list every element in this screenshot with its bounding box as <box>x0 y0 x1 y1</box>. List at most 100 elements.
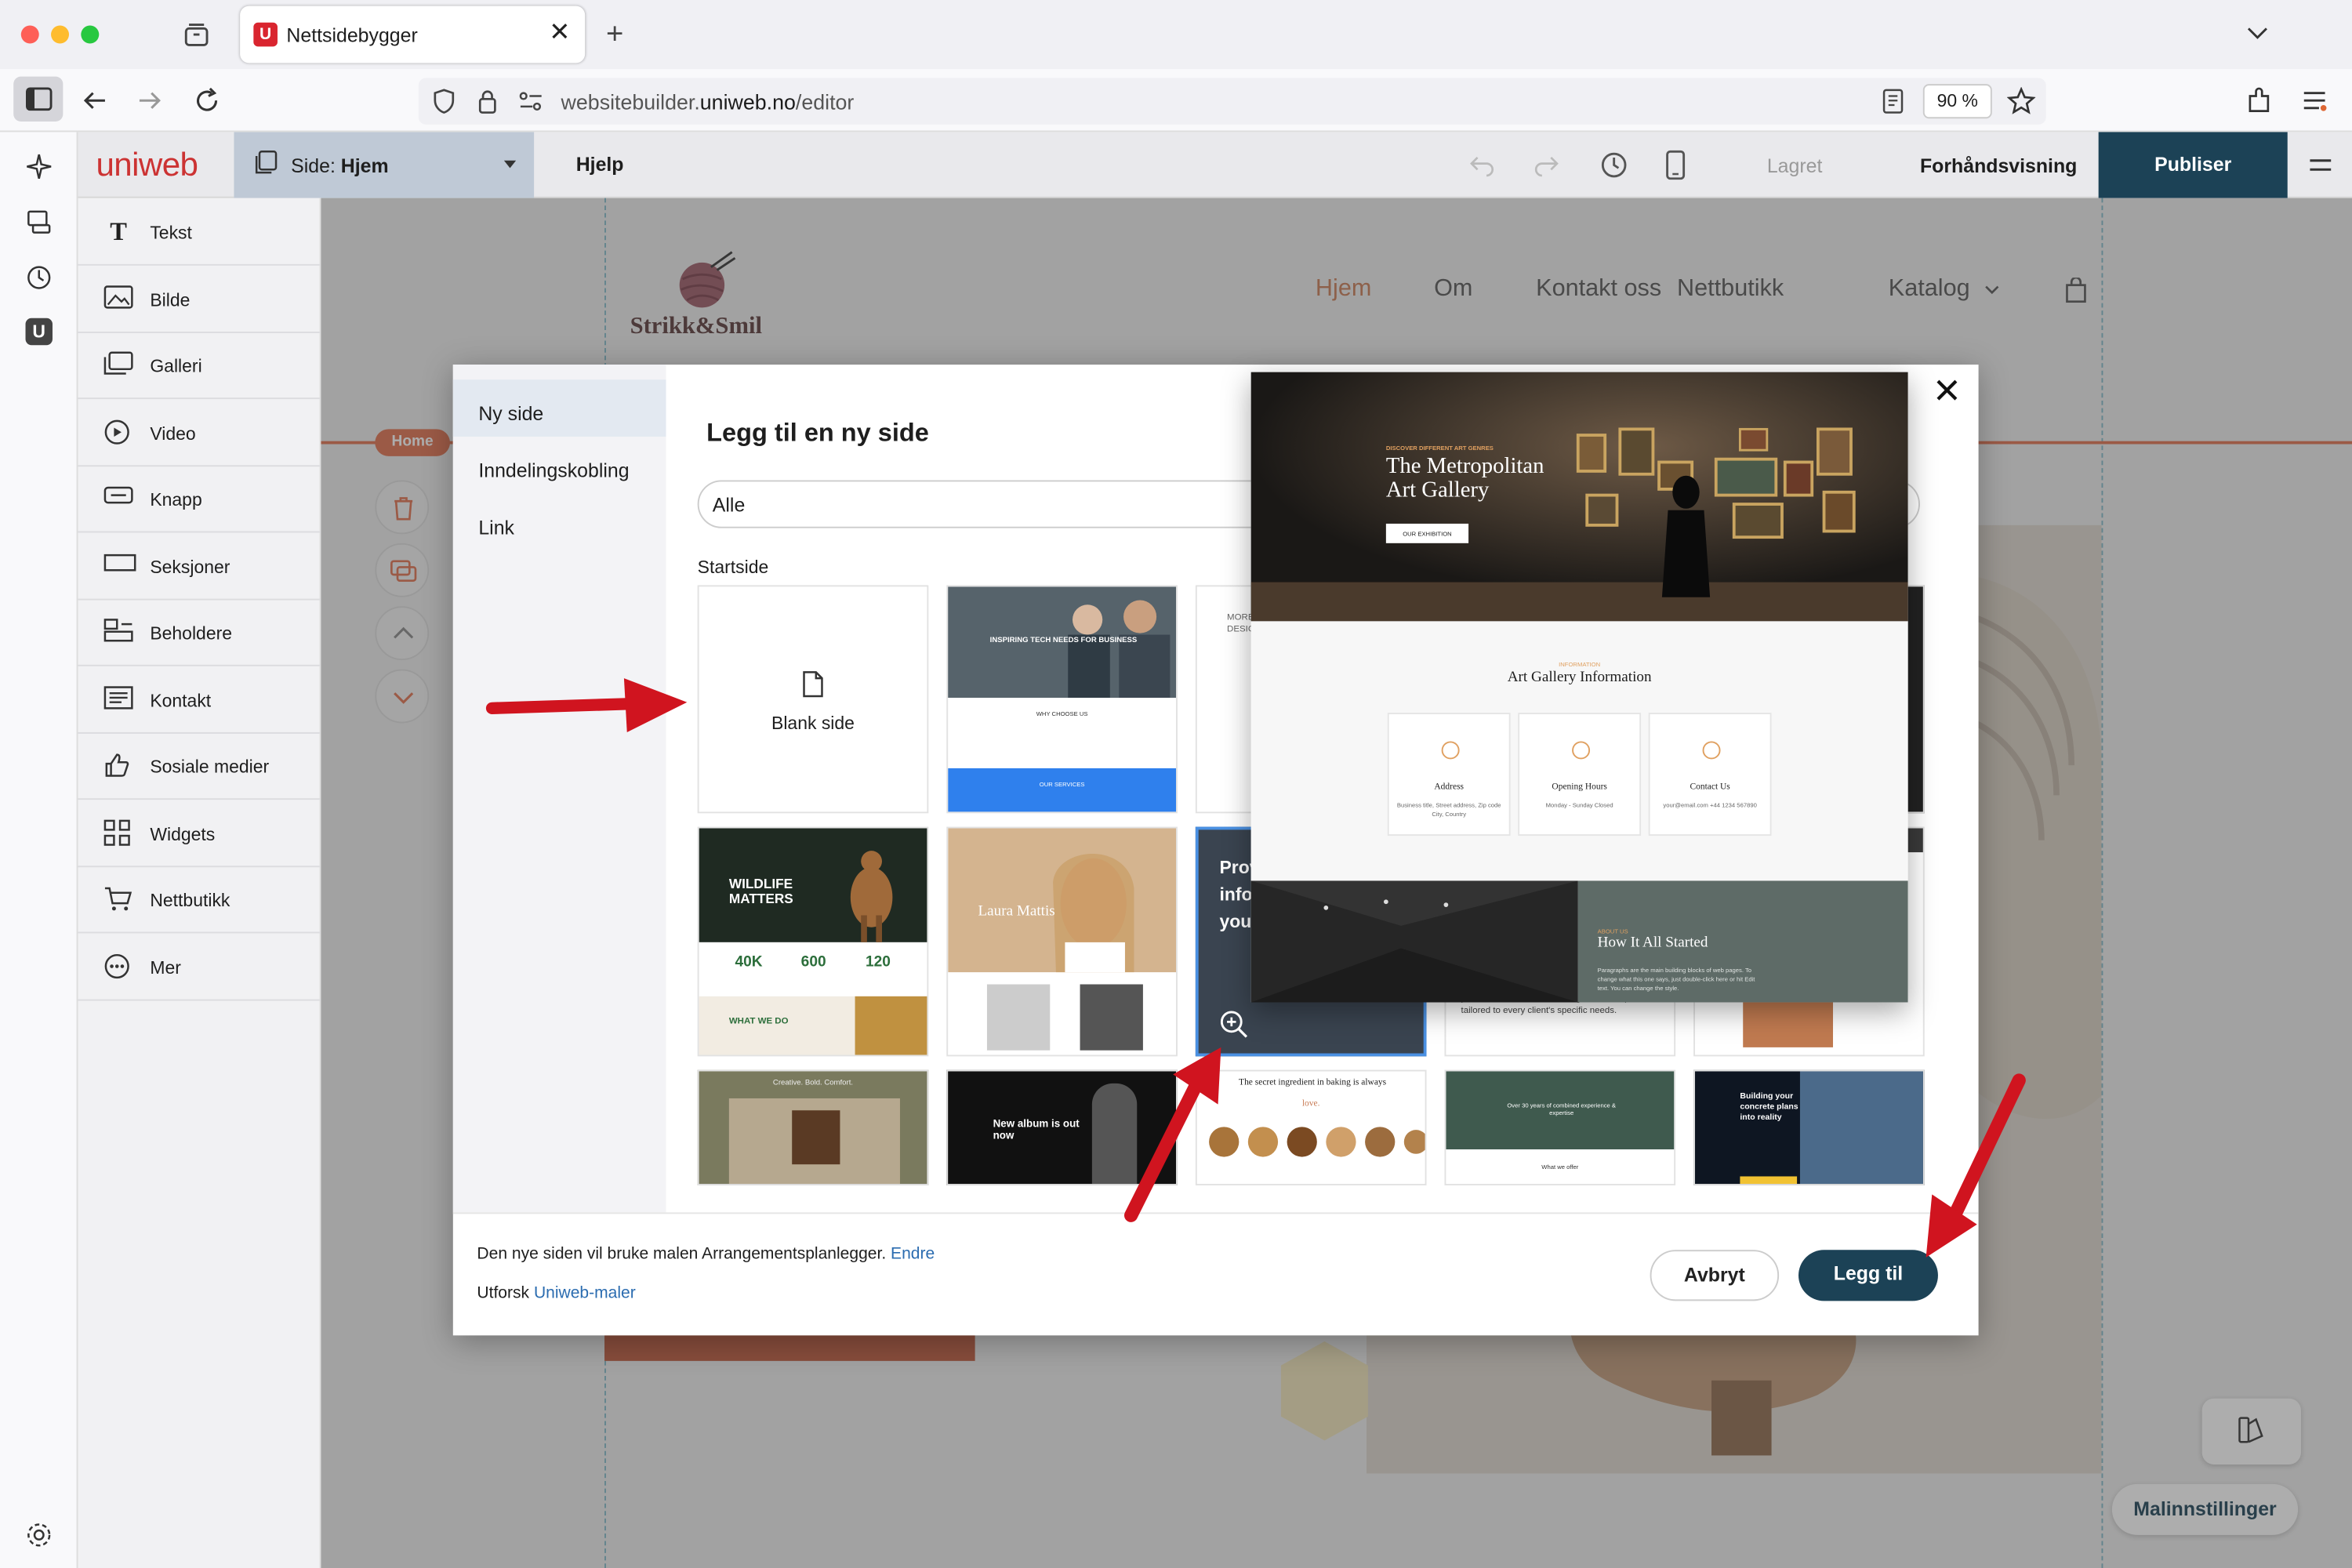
template-title: Laura Mattis <box>978 903 1055 920</box>
template-fashion[interactable]: Creative. Bold. Comfort. <box>697 1069 929 1185</box>
cancel-button[interactable]: Avbryt <box>1650 1250 1780 1301</box>
mobile-preview-icon[interactable] <box>1665 150 1686 180</box>
preview-card-hours: Opening Hours Monday - Sunday Closed <box>1518 713 1642 837</box>
card-title: Address <box>1434 783 1465 793</box>
template-title: WILDLIFE MATTERS <box>728 876 793 906</box>
template-footer: OUR SERVICES <box>1039 780 1085 788</box>
footer-template-text: Den nye siden vil bruke malen Arrangemen… <box>477 1245 887 1264</box>
close-tab-icon[interactable]: ✕ <box>549 18 570 48</box>
saved-status: Lagret <box>1766 154 1823 177</box>
editor-header: uniweb Side: Hjem Hjelp Lagret Forhåndsv… <box>78 132 2352 198</box>
preview-info-kicker: INFORMATION <box>1559 660 1601 668</box>
new-tab-icon[interactable]: + <box>606 18 623 53</box>
sidebar-toggle-button[interactable] <box>13 76 64 122</box>
preview-about-kicker: ABOUT US <box>1597 927 1628 935</box>
undo-icon[interactable] <box>1468 151 1495 178</box>
dialog-title: Legg til en ny side <box>706 418 929 448</box>
template-title: New album is out now <box>993 1119 1080 1142</box>
preview-room-image <box>1250 880 1578 1003</box>
template-title: INSPIRING TECH NEEDS FOR BUSINESS <box>989 636 1138 645</box>
history-icon[interactable] <box>1599 150 1629 180</box>
template-tech-business[interactable]: INSPIRING TECH NEEDS FOR BUSINESS WHY CH… <box>946 585 1178 814</box>
browser-tab-bar: U Nettsidebygger ✕ + <box>0 0 2352 70</box>
browser-tab[interactable]: U Nettsidebygger ✕ <box>240 5 586 64</box>
card-text: Business title, Street address, Zip code… <box>1396 801 1501 818</box>
help-button[interactable]: Hjelp <box>576 153 624 176</box>
template-wildlife[interactable]: WILDLIFE MATTERS 40K 600 120 WHAT WE DO <box>697 826 929 1057</box>
caret-down-icon <box>503 160 517 169</box>
app-menu-icon[interactable] <box>2301 87 2328 114</box>
card-title: Opening Hours <box>1552 783 1607 793</box>
annotation-arrow-preview <box>1123 1047 1221 1222</box>
preview-about-title: How It All Started <box>1597 935 1708 952</box>
url-text: websitebuilder.uniweb.no/editor <box>561 89 855 114</box>
reader-view-icon[interactable] <box>1881 89 1905 114</box>
zoom-in-icon[interactable] <box>1219 1010 1249 1040</box>
preview-info-section: INFORMATION Art Gallery Information Addr… <box>1250 621 1908 881</box>
back-icon[interactable] <box>81 87 107 114</box>
permissions-icon[interactable] <box>517 90 544 113</box>
bookmark-star-icon[interactable] <box>2006 87 2036 115</box>
menu-icon[interactable] <box>2309 154 2333 176</box>
clock-icon <box>1572 741 1591 760</box>
preview-card-contact: Contact Us your@email.com +44 1234 56789… <box>1648 713 1772 837</box>
uniweb-favicon-icon: U <box>253 22 278 47</box>
template-preview-popover: DISCOVER DIFFERENT ART GENRES The Metrop… <box>1250 372 1908 1003</box>
template-title: Building your concrete plans into realit… <box>1740 1092 1798 1123</box>
tab-section-link[interactable]: Inndelingskobling <box>453 437 666 494</box>
annotation-arrow-blank <box>485 678 688 732</box>
preview-exhibition-button: OUR EXHIBITION <box>1385 523 1469 543</box>
minimize-window-button[interactable] <box>51 25 70 44</box>
template-stat: 600 <box>800 954 826 971</box>
section-label: Startside <box>697 557 769 578</box>
tab-overview-icon[interactable] <box>183 21 209 48</box>
preview-about-section: ABOUT US How It All Started Paragraphs a… <box>1577 880 1908 1003</box>
uniweb-templates-link[interactable]: Uniweb-maler <box>534 1284 636 1302</box>
forward-icon[interactable] <box>136 87 163 114</box>
close-dialog-icon[interactable] <box>1935 378 1959 402</box>
template-construction[interactable]: Building your concrete plans into realit… <box>1693 1069 1925 1185</box>
blank-document-icon <box>803 671 824 698</box>
dialog-sidebar: Ny side Inndelingskobling Link <box>452 365 666 1213</box>
explore-text: Utforsk <box>477 1284 534 1303</box>
tab-link[interactable]: Link <box>453 494 666 551</box>
change-template-link[interactable]: Endre <box>891 1246 935 1264</box>
at-sign-icon <box>1702 741 1721 760</box>
preview-title-line2: Art Gallery <box>1385 478 1490 503</box>
publish-button[interactable]: Publiser <box>2098 132 2288 198</box>
redo-icon[interactable] <box>1533 151 1559 178</box>
address-bar[interactable]: websitebuilder.uniweb.no/editor 90 % <box>418 78 2046 125</box>
close-window-button[interactable] <box>20 25 39 44</box>
extensions-icon[interactable] <box>2245 87 2272 114</box>
card-text: your@email.com +44 1234 567890 <box>1663 801 1757 809</box>
template-consulting[interactable]: Over 30 years of combined experience & e… <box>1444 1069 1676 1185</box>
shield-icon[interactable] <box>432 89 456 114</box>
template-title: Over 30 years of combined experience & e… <box>1507 1101 1617 1116</box>
preview-card-address: Address Business title, Street address, … <box>1387 713 1511 837</box>
tab-new-page[interactable]: Ny side <box>452 379 666 437</box>
reload-icon[interactable] <box>194 87 220 114</box>
chevron-down-icon[interactable] <box>2245 21 2270 45</box>
preview-hero: DISCOVER DIFFERENT ART GENRES The Metrop… <box>1250 372 1908 622</box>
blank-page-template[interactable]: Blank side <box>697 585 929 814</box>
template-stat: 120 <box>865 954 891 971</box>
card-title: Contact Us <box>1690 783 1730 793</box>
preview-title-line1: The Metropolitan <box>1385 454 1544 479</box>
template-text: What we offer <box>1541 1163 1579 1171</box>
blank-page-label: Blank side <box>771 713 855 734</box>
annotation-arrow-add <box>1926 1073 2026 1258</box>
tab-title: Nettsidebygger <box>286 24 418 47</box>
lock-icon[interactable] <box>477 89 498 114</box>
maximize-window-button[interactable] <box>81 25 100 44</box>
card-text: Monday - Sunday Closed <box>1545 801 1613 809</box>
preview-info-title: Art Gallery Information <box>1507 669 1652 686</box>
zoom-level[interactable]: 90 % <box>1922 84 1992 119</box>
template-text: WHAT WE DO <box>728 1017 789 1027</box>
preview-about-text: Paragraphs are the main building blocks … <box>1597 966 1755 993</box>
template-subtitle: WHY CHOOSE US <box>1036 710 1088 717</box>
template-stat: 40K <box>735 954 763 971</box>
preview-kicker: DISCOVER DIFFERENT ART GENRES <box>1385 444 1494 452</box>
preview-button[interactable]: Forhåndsvisning <box>1920 154 2077 177</box>
template-portfolio-laura[interactable]: Laura Mattis <box>946 826 1178 1057</box>
template-title: The secret ingredient in baking is alway… <box>1239 1079 1387 1088</box>
